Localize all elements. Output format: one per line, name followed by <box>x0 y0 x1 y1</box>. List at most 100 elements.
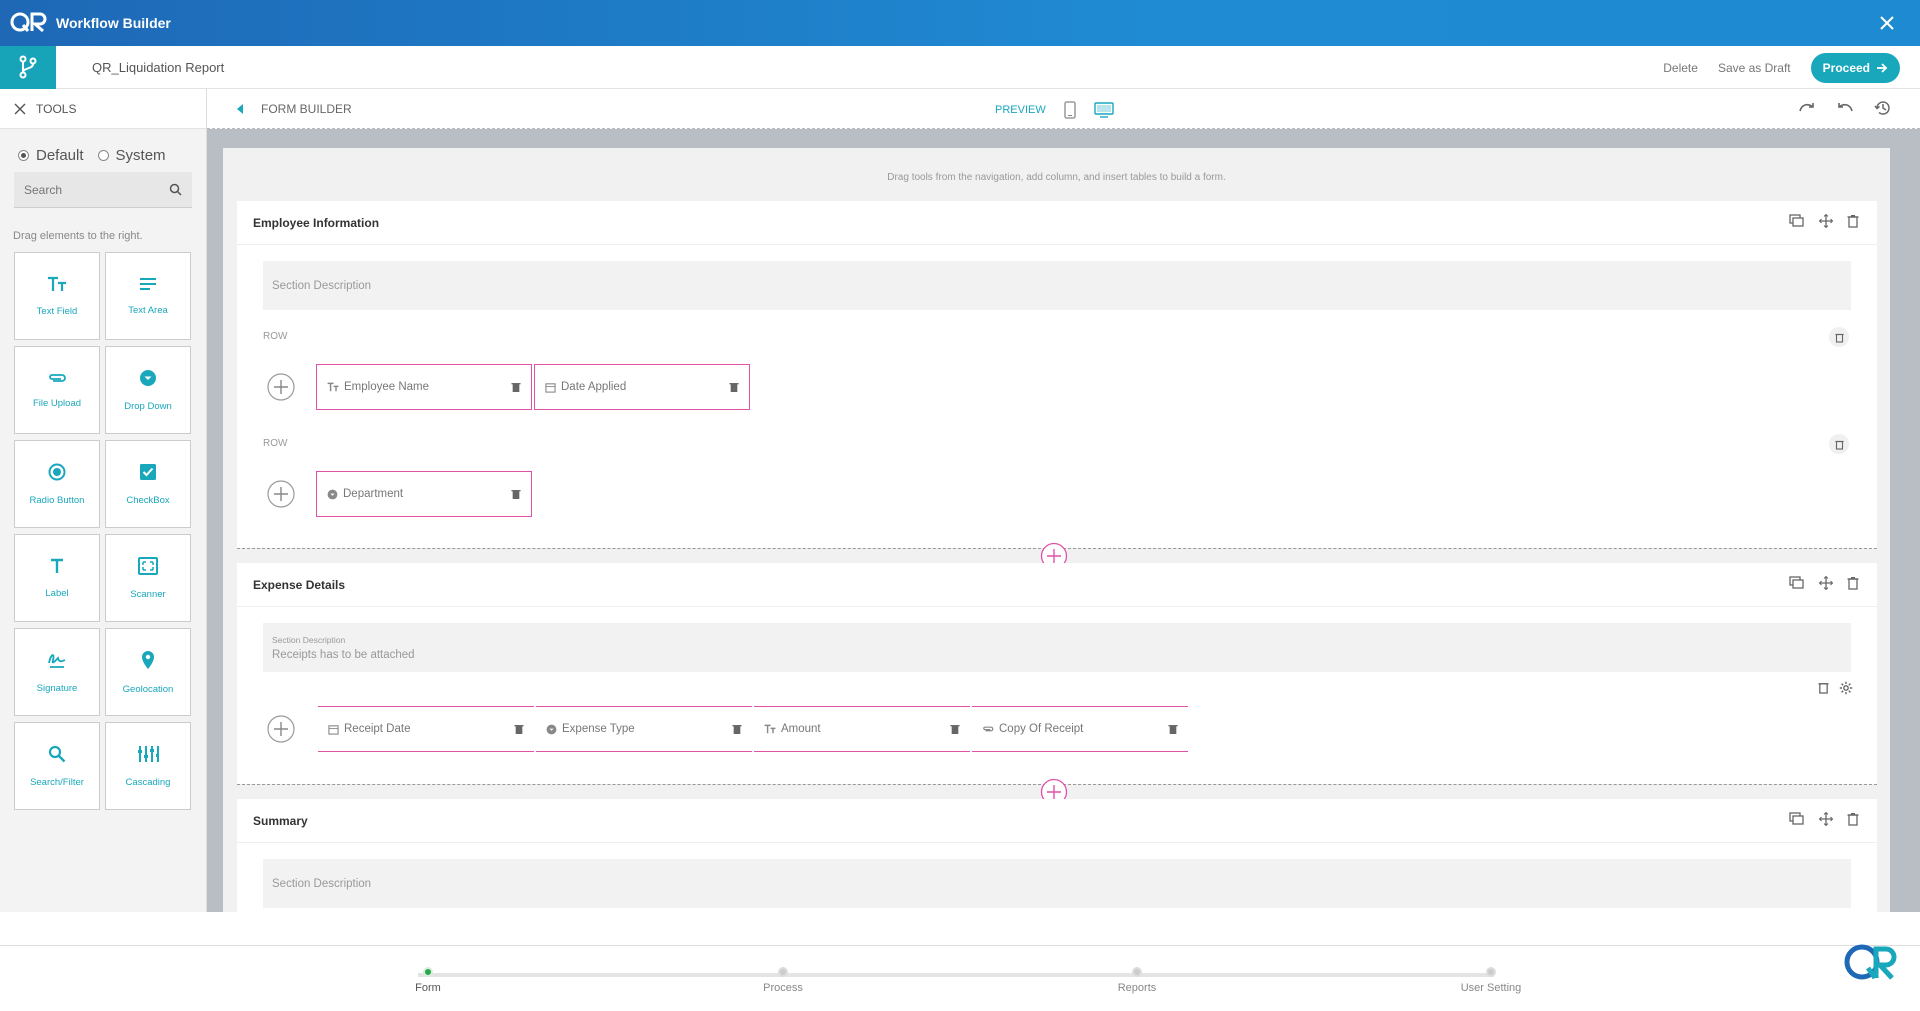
close-icon[interactable] <box>1876 12 1898 34</box>
checkbox-icon <box>140 463 156 480</box>
mobile-view-icon[interactable] <box>1064 101 1076 119</box>
add-column-icon[interactable] <box>267 715 295 743</box>
section-description[interactable]: Section Description Receipts has to be a… <box>263 623 1851 672</box>
field-label: Copy Of Receipt <box>999 723 1084 735</box>
radio-system[interactable]: System <box>97 147 166 164</box>
tool-radio-button[interactable]: Radio Button <box>14 440 100 528</box>
radio-default[interactable]: Default <box>18 147 84 164</box>
field-copy-of-receipt[interactable]: Copy Of Receipt <box>972 706 1188 752</box>
report-name[interactable]: QR_Liquidation Report <box>92 60 224 75</box>
tool-scanner[interactable]: Scanner <box>105 534 191 622</box>
tool-label: CheckBox <box>126 494 170 506</box>
field-amount[interactable]: Amount <box>754 706 970 752</box>
tool-cascading[interactable]: Cascading <box>105 722 191 810</box>
trash-icon[interactable] <box>511 381 521 393</box>
section-description[interactable]: Section Description <box>263 859 1851 908</box>
trash-icon[interactable] <box>1168 723 1178 735</box>
desktop-view-icon[interactable] <box>1094 102 1114 118</box>
tool-search-filter[interactable]: Search/Filter <box>14 722 100 810</box>
step-label: User Setting <box>1460 982 1522 994</box>
section-title: Employee Information <box>253 215 380 230</box>
tool-label[interactable]: Label <box>14 534 100 622</box>
field-department[interactable]: Department <box>316 471 532 517</box>
field-employee-name[interactable]: Employee Name <box>316 364 532 410</box>
trash-icon[interactable] <box>950 723 960 735</box>
trash-icon[interactable] <box>732 723 742 735</box>
tool-checkbox[interactable]: CheckBox <box>105 440 191 528</box>
search-input[interactable] <box>24 182 154 197</box>
workflow-branch-icon[interactable] <box>0 45 56 89</box>
section-description-placeholder: Section Description <box>272 877 372 890</box>
workflow-stepper: Form Process Reports User Setting <box>0 945 1920 1011</box>
row-label: ROW <box>263 331 288 342</box>
tool-signature[interactable]: Signature <box>14 628 100 716</box>
redo-icon[interactable] <box>1798 99 1816 115</box>
step-process[interactable]: Process <box>733 967 833 994</box>
duplicate-icon[interactable] <box>1789 812 1805 826</box>
trash-icon[interactable] <box>514 723 524 735</box>
trash-icon[interactable] <box>1818 681 1829 694</box>
step-dot <box>778 967 788 977</box>
delete-button[interactable]: Delete <box>1663 61 1698 75</box>
move-icon[interactable] <box>1819 576 1833 590</box>
step-reports[interactable]: Reports <box>1087 967 1187 994</box>
form-area: Drag tools from the navigation, add colu… <box>223 148 1890 912</box>
trash-icon[interactable] <box>729 381 739 393</box>
gear-icon[interactable] <box>1839 681 1853 695</box>
tool-text-field[interactable]: Text Field <box>14 252 100 340</box>
trash-icon[interactable] <box>1847 576 1859 590</box>
collapse-left-icon[interactable] <box>235 103 245 115</box>
tool-drop-down[interactable]: Drop Down <box>105 346 191 434</box>
form-builder-title: FORM BUILDER <box>261 101 352 116</box>
tool-label-text: Label <box>45 587 69 599</box>
field-expense-type[interactable]: Expense Type <box>536 706 752 752</box>
text-area-icon <box>140 277 156 290</box>
history-icon[interactable] <box>1874 99 1892 117</box>
step-form[interactable]: Form <box>378 967 478 994</box>
text-field-icon <box>764 724 776 734</box>
radio-button-icon <box>48 463 66 480</box>
section-employee-information[interactable]: Employee Information Section Description… <box>237 201 1877 548</box>
duplicate-icon[interactable] <box>1789 576 1805 590</box>
trash-icon[interactable] <box>1847 812 1859 826</box>
tool-label: Scanner <box>130 588 166 600</box>
trash-icon <box>1834 333 1844 343</box>
text-field-icon <box>327 382 339 392</box>
add-column-icon[interactable] <box>267 373 295 401</box>
tool-label: File Upload <box>32 397 82 409</box>
trash-icon[interactable] <box>511 488 521 500</box>
step-label: Reports <box>1117 982 1157 994</box>
tool-text-area[interactable]: Text Area <box>105 252 191 340</box>
move-icon[interactable] <box>1819 812 1833 826</box>
row-delete-button[interactable] <box>1829 434 1849 454</box>
row-delete-button[interactable] <box>1829 327 1849 347</box>
radio-default-label: Default <box>36 147 84 164</box>
section-header: Expense Details <box>237 563 1877 607</box>
search-icon <box>48 745 66 762</box>
section-description[interactable]: Section Description <box>263 261 1851 310</box>
search-icon[interactable] <box>169 183 182 196</box>
step-label: Form <box>415 982 441 994</box>
add-column-icon[interactable] <box>267 480 295 508</box>
section-description-value: Receipts has to be attached <box>272 648 415 661</box>
field-receipt-date[interactable]: Receipt Date <box>318 706 534 752</box>
section-summary[interactable]: Summary Section Description ROW <box>237 799 1877 912</box>
cascading-icon <box>138 745 159 762</box>
section-expense-details[interactable]: Expense Details Section Description Rece… <box>237 563 1877 784</box>
close-tools-icon[interactable] <box>14 103 26 115</box>
field-label: Employee Name <box>344 381 430 393</box>
field-label: Amount <box>781 723 821 735</box>
duplicate-icon[interactable] <box>1789 214 1805 228</box>
move-icon[interactable] <box>1819 214 1833 228</box>
proceed-button[interactable]: Proceed <box>1810 53 1900 83</box>
preview-button[interactable]: PREVIEW <box>995 104 1046 116</box>
step-user-setting[interactable]: User Setting <box>1441 967 1541 994</box>
trash-icon[interactable] <box>1847 214 1859 228</box>
field-label: Date Applied <box>561 381 627 393</box>
tool-file-upload[interactable]: File Upload <box>14 346 100 434</box>
save-as-draft-button[interactable]: Save as Draft <box>1718 61 1791 75</box>
qr-logo-icon[interactable] <box>1842 940 1898 988</box>
tool-geolocation[interactable]: Geolocation <box>105 628 191 716</box>
undo-icon[interactable] <box>1836 99 1854 115</box>
field-date-applied[interactable]: Date Applied <box>534 364 750 410</box>
